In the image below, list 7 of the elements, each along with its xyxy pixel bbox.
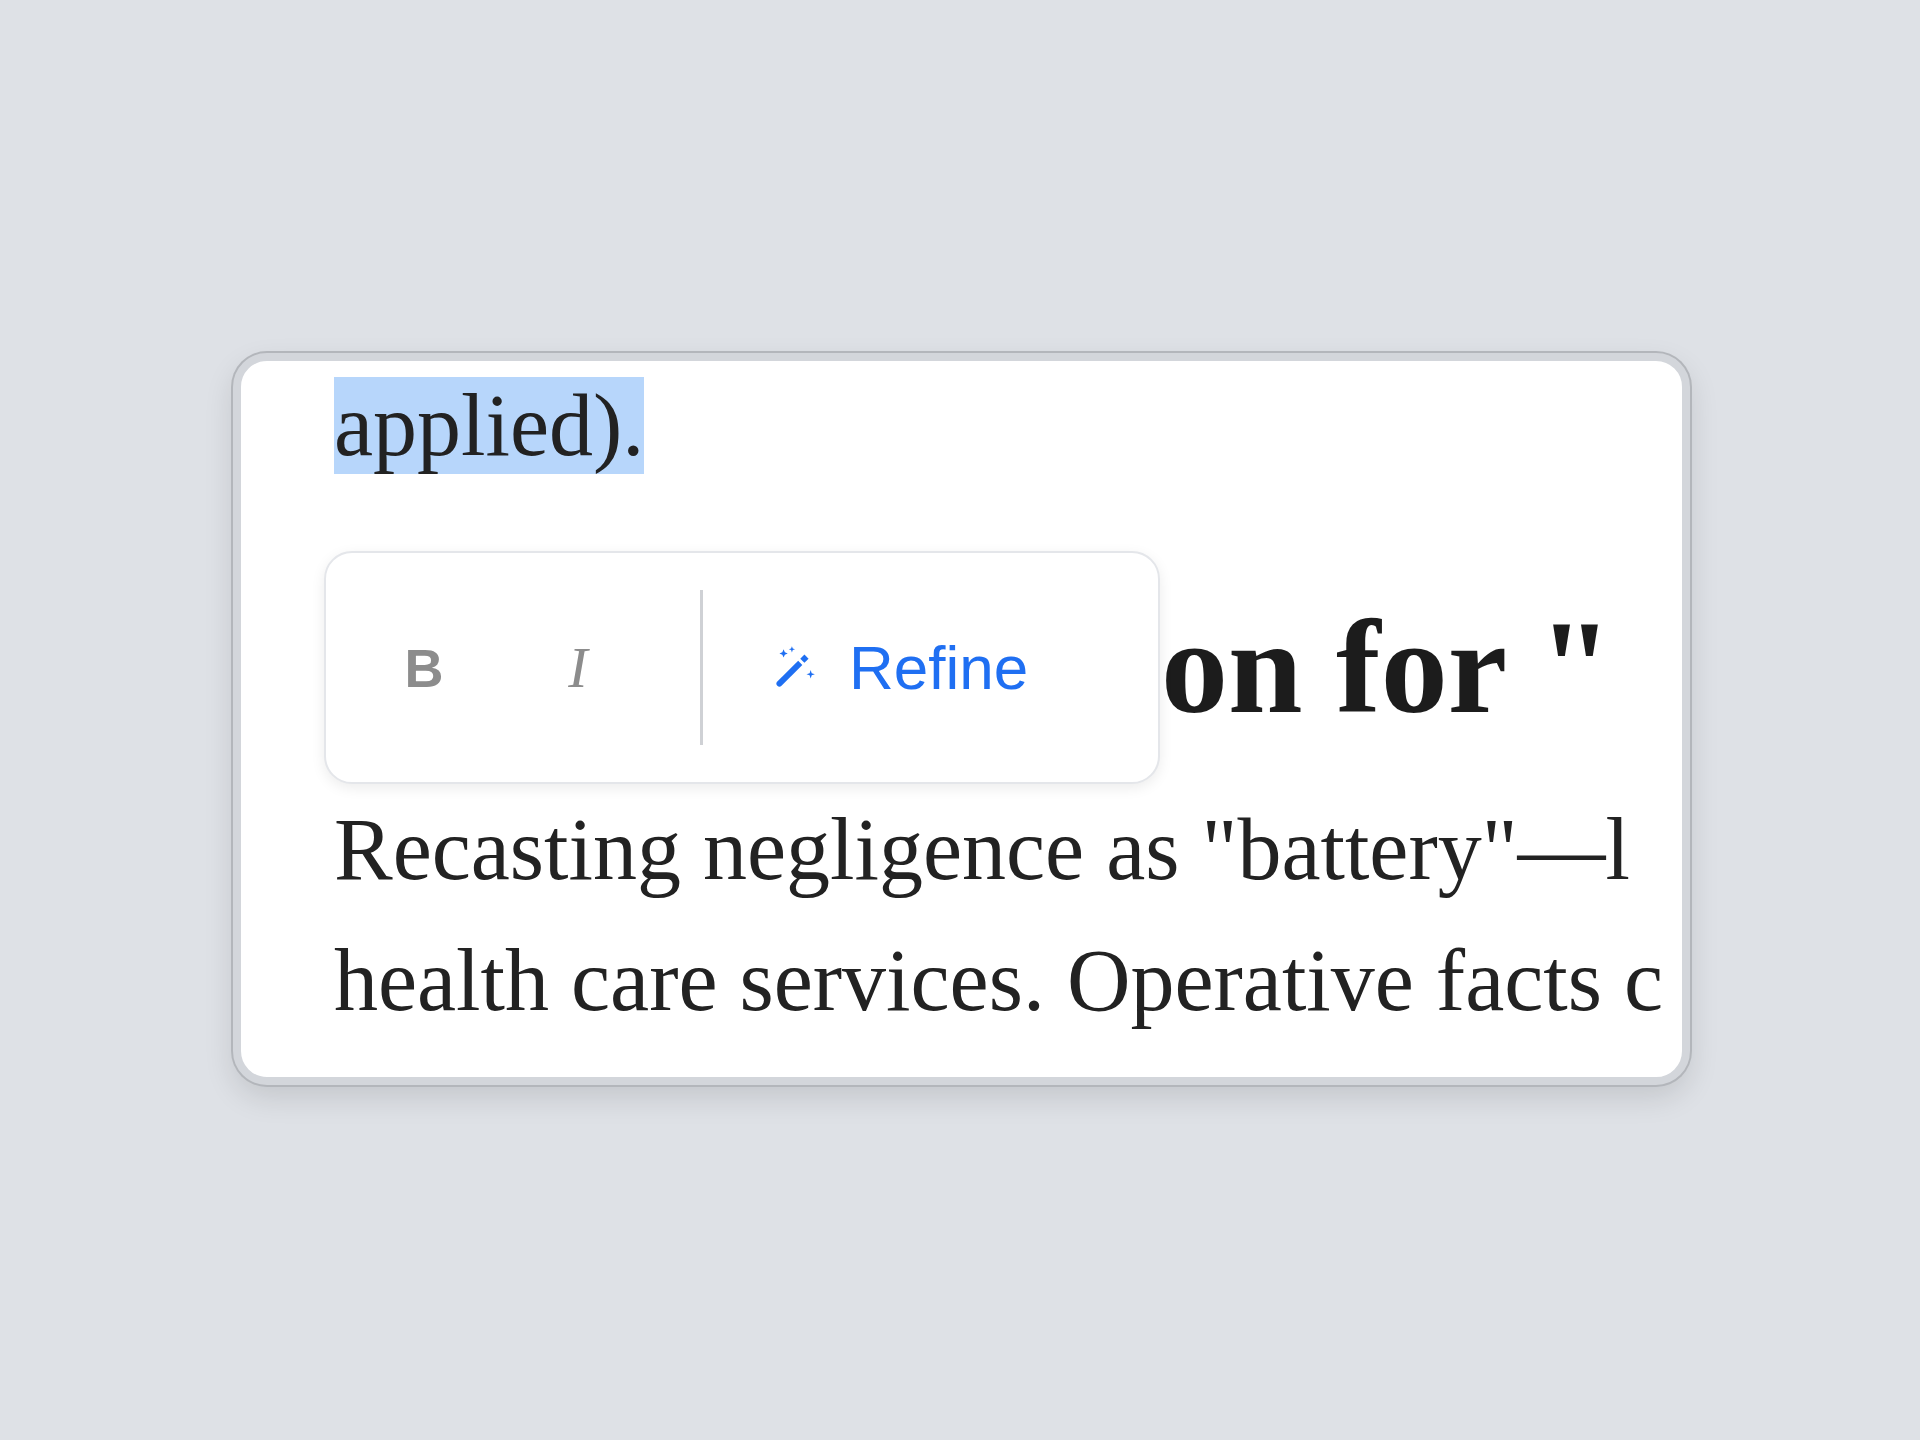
paragraph-text: health care services. Operative facts c	[334, 932, 1664, 1029]
refine-button[interactable]: Refine	[769, 632, 1029, 703]
paragraph-text: applied).	[334, 377, 645, 474]
bold-button[interactable]: B	[396, 636, 452, 699]
section-heading: on for "	[1161, 593, 1613, 741]
italic-button[interactable]: I	[558, 634, 598, 701]
paragraph-text: Recasting negligence as "battery"—l	[334, 801, 1631, 898]
